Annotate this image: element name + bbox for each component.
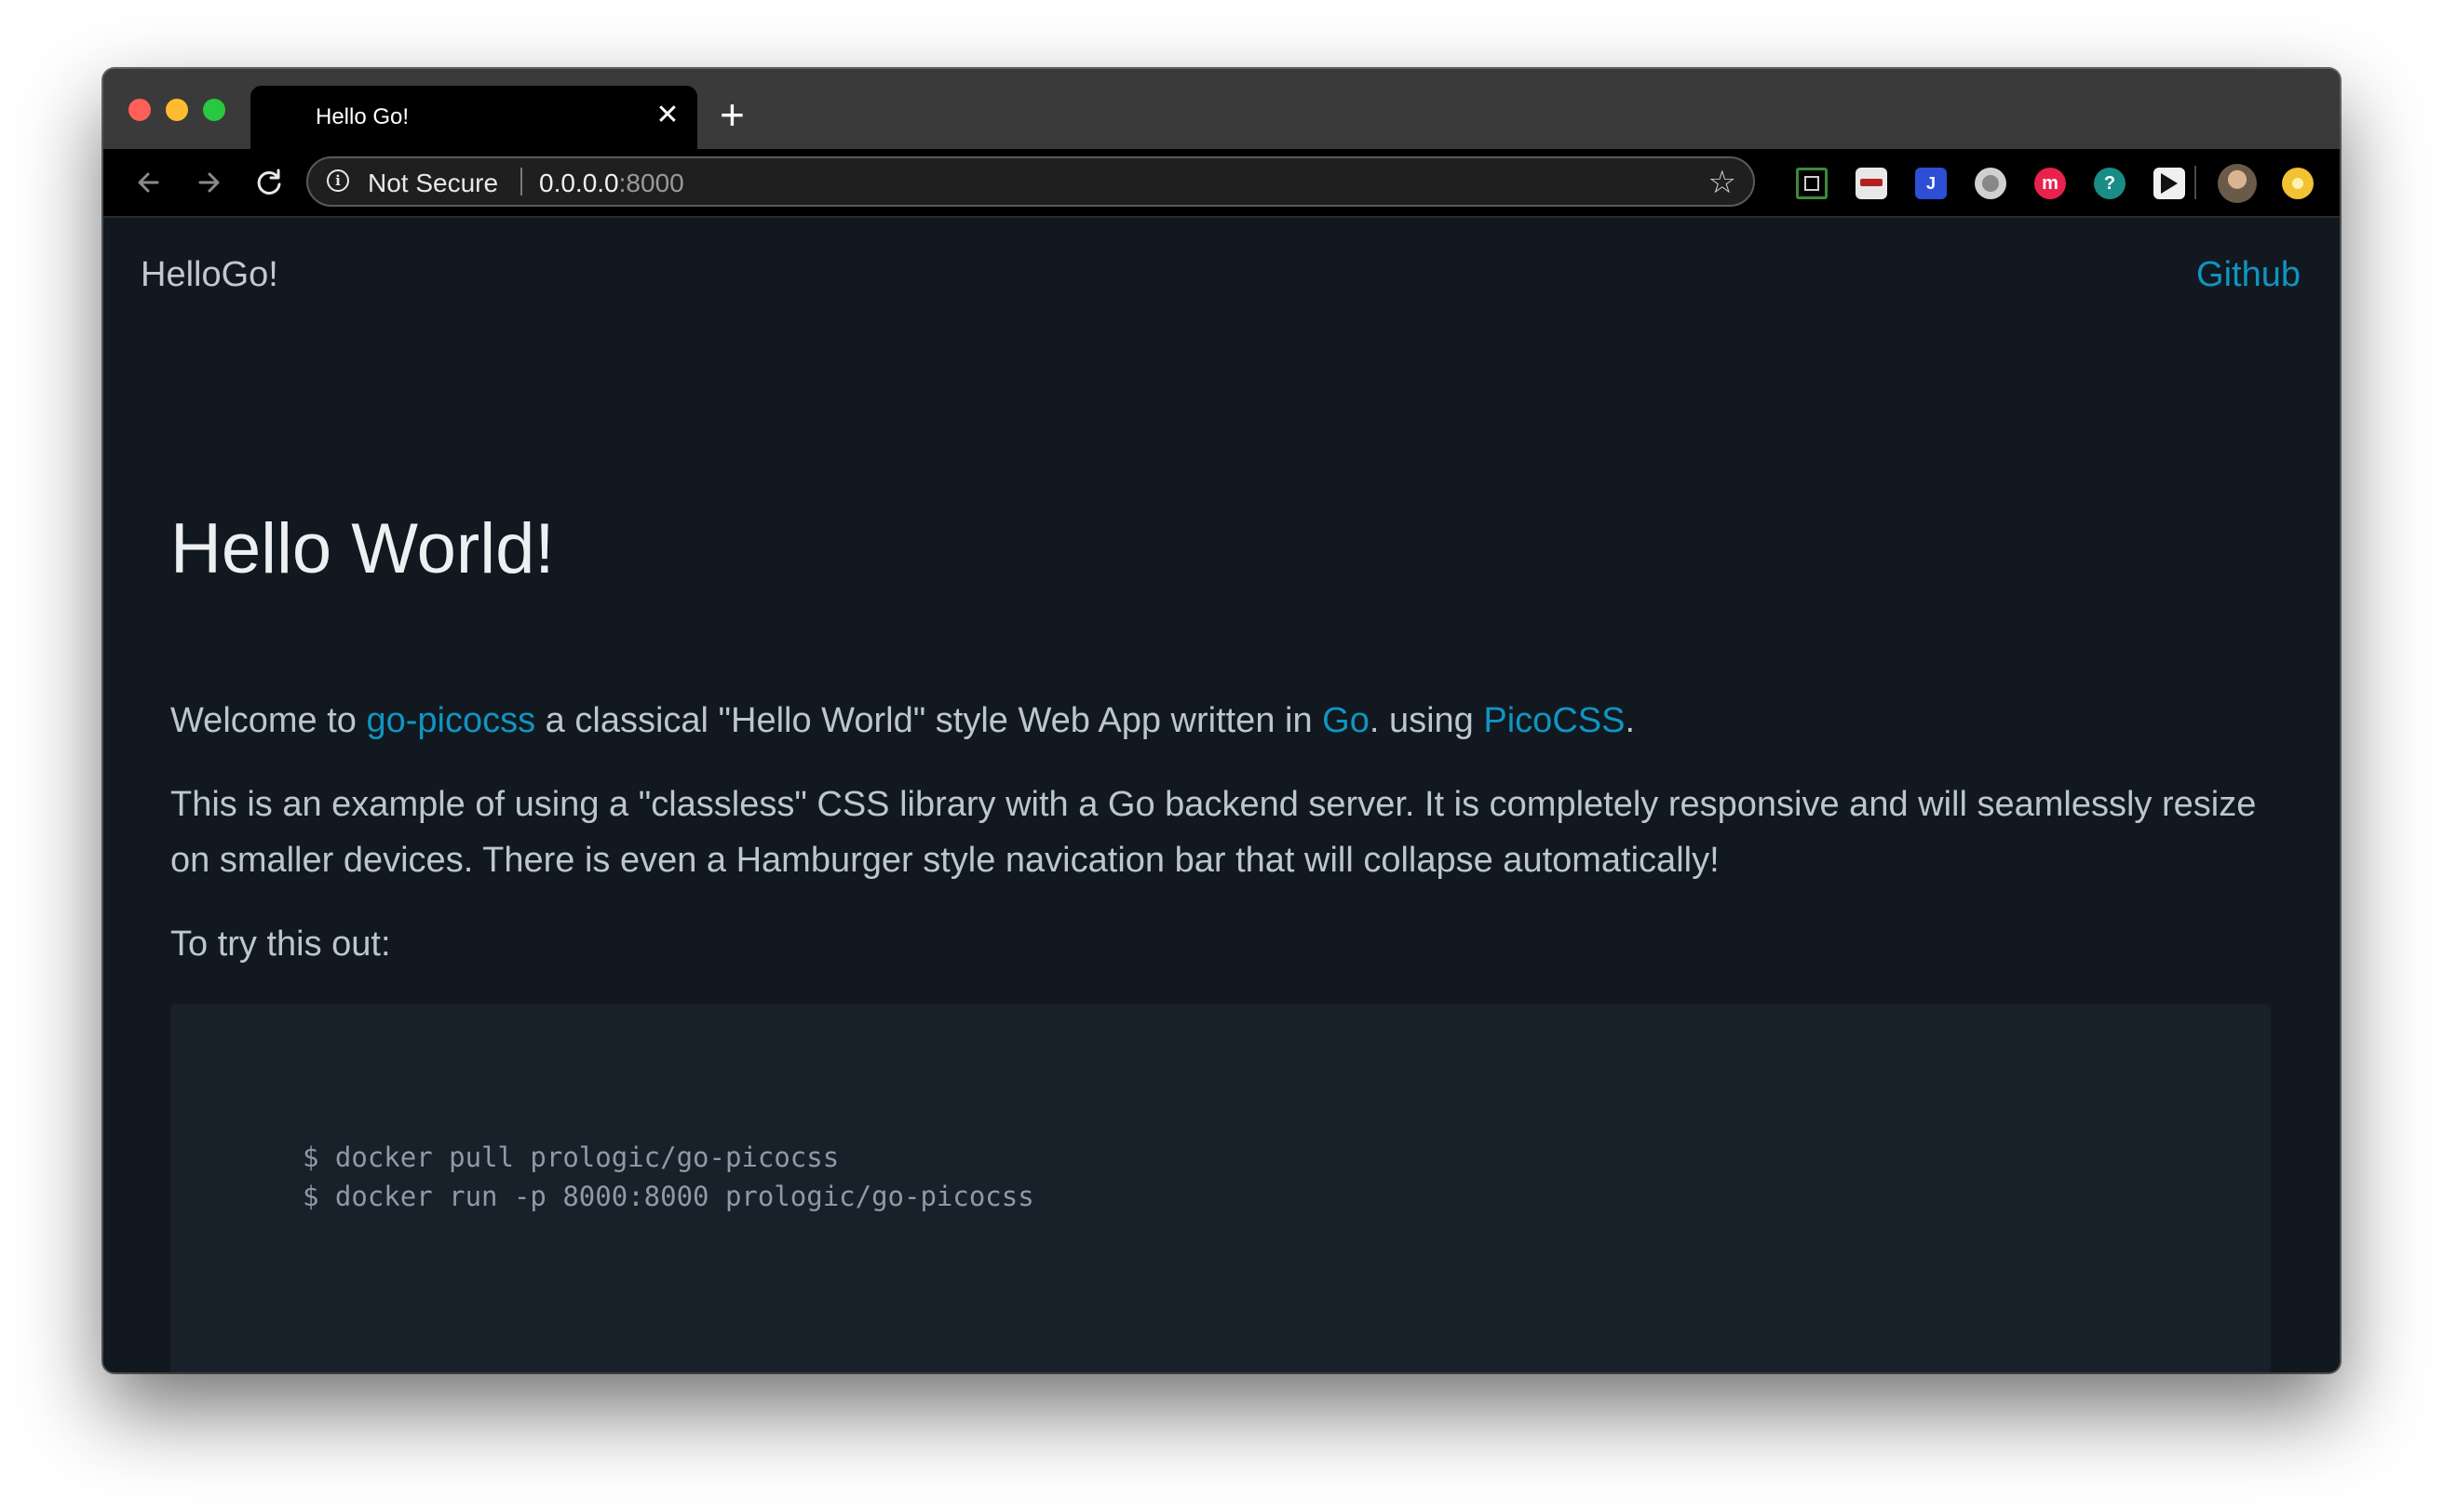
arrow-right-icon (198, 172, 220, 193)
toolbar-divider (2194, 166, 2196, 199)
new-tab-button[interactable]: + (720, 93, 745, 136)
arrow-left-icon (138, 172, 159, 193)
reload-button[interactable] (249, 162, 290, 203)
minimize-window-button[interactable] (166, 99, 188, 121)
web-page: HelloGo! Github Hello World! Welcome to … (103, 218, 2340, 1372)
site-navbar: HelloGo! Github (103, 218, 2340, 300)
reload-icon (257, 169, 281, 195)
welcome-text-3: . using (1369, 701, 1484, 740)
info-icon[interactable]: i (327, 169, 349, 192)
forward-button[interactable] (189, 162, 230, 203)
play-extension-icon[interactable] (2153, 168, 2185, 199)
site-brand: HelloGo! (141, 255, 278, 294)
address-bar[interactable]: i Not Secure 0.0.0.0:8000 ☆ (306, 156, 1755, 207)
try-it-paragraph: To try this out: (170, 925, 391, 964)
title-bar: Hello Go! ✕ + (103, 69, 2340, 149)
welcome-text-4: . (1625, 701, 1636, 740)
back-button[interactable] (129, 162, 170, 203)
url-text[interactable]: 0.0.0.0:8000 (539, 169, 684, 198)
browser-toolbar: i Not Secure 0.0.0.0:8000 ☆ J m ? (103, 149, 2340, 218)
tab-hello-go[interactable]: Hello Go! ✕ (250, 86, 697, 149)
screenshot-icon[interactable] (1796, 168, 1828, 199)
bookmark-star-icon[interactable]: ☆ (1708, 164, 1736, 201)
code-block: $ docker pull prologic/go-picocss $ dock… (170, 1004, 2271, 1372)
security-label[interactable]: Not Secure (368, 169, 498, 198)
json-viewer-icon[interactable]: J (1915, 168, 1947, 199)
welcome-text-1: Welcome to (170, 701, 367, 740)
description-paragraph: This is an example of using a "classless… (170, 785, 2257, 880)
close-window-button[interactable] (128, 99, 151, 121)
welcome-text-2: a classical "Hello World" style Web App … (535, 701, 1323, 740)
welcome-paragraph: Welcome to go-picocss a classical "Hello… (170, 693, 1635, 749)
go-picocss-link[interactable]: go-picocss (366, 701, 535, 740)
code-line: $ docker run -p 8000:8000 prologic/go-pi… (303, 1181, 1034, 1212)
m-extension-icon[interactable]: m (2034, 168, 2066, 199)
browser-window: Hello Go! ✕ + i Not Secure 0.0.0.0:8000 … (103, 69, 2340, 1372)
picocss-link[interactable]: PicoCSS (1483, 701, 1625, 740)
tab-close-icon[interactable]: ✕ (651, 99, 684, 132)
code-line: $ docker pull prologic/go-picocss (303, 1141, 840, 1173)
url-port: :8000 (618, 169, 684, 197)
zoom-window-button[interactable] (203, 99, 225, 121)
wappalyzer-icon[interactable] (1856, 168, 1887, 199)
tab-title: Hello Go! (316, 104, 410, 129)
avatar[interactable] (2218, 164, 2257, 203)
page-title: Hello World! (170, 509, 555, 588)
code-content: $ docker pull prologic/go-picocss $ dock… (303, 1138, 1034, 1216)
bulb-extension-icon[interactable]: ? (2094, 168, 2126, 199)
url-host: 0.0.0.0 (539, 169, 619, 197)
go-link[interactable]: Go (1322, 701, 1370, 740)
circle-extension-icon[interactable] (1975, 168, 2006, 199)
address-divider (520, 168, 522, 196)
github-link[interactable]: Github (2196, 255, 2301, 295)
gold-extension-icon[interactable] (2282, 168, 2314, 199)
